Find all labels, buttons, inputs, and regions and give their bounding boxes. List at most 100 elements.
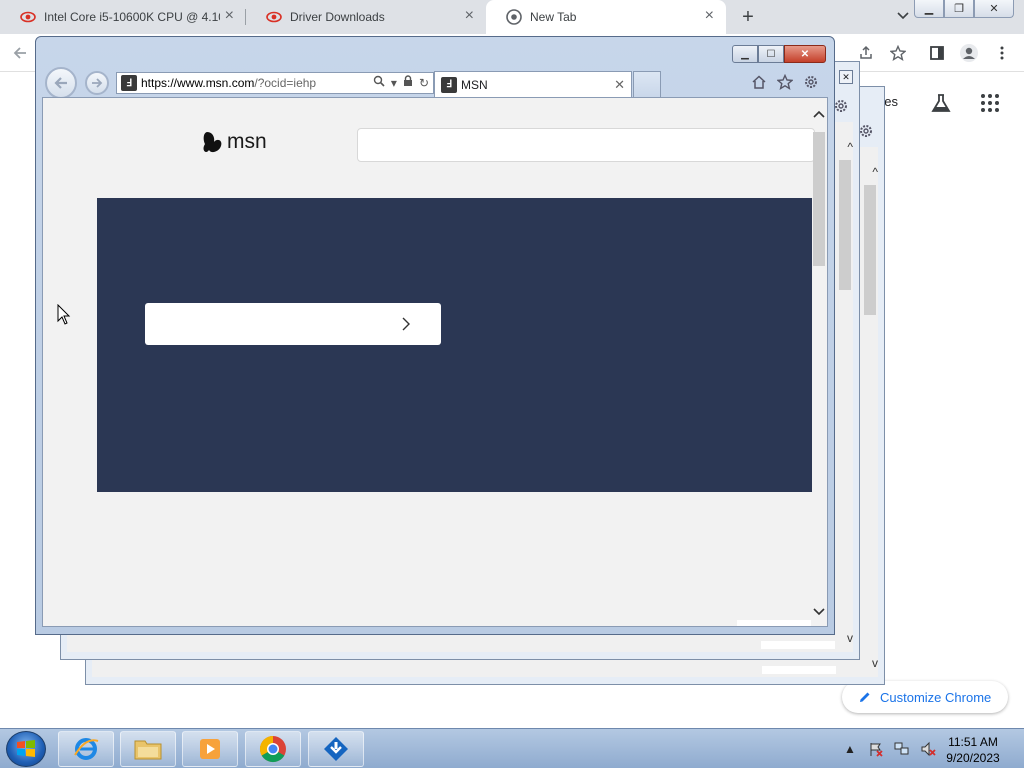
action-center-flag-icon[interactable] [868,741,884,757]
refresh-icon[interactable]: ↻ [419,76,429,90]
scroll-up-icon[interactable]: ^ [847,140,853,154]
tab-title: Intel Core i5-10600K CPU @ 4.10 [44,10,220,24]
customize-chrome-button[interactable]: Customize Chrome [842,681,1008,713]
forward-arrow-icon [92,78,103,88]
dropdown-icon[interactable]: ▾ [391,76,397,90]
taskbar-media-player[interactable] [182,731,238,767]
apps-grid-icon[interactable] [979,92,1001,114]
gear-icon[interactable] [858,123,874,139]
tab-new-tab[interactable]: New Tab × [486,0,726,34]
tab-intel-cpu[interactable]: Intel Core i5-10600K CPU @ 4.10 × [0,0,246,34]
eye-icon [266,9,282,25]
chevron-right-icon [402,317,410,331]
network-icon[interactable] [894,741,910,757]
footer-strip [737,620,811,626]
scroll-down-icon[interactable]: v [872,656,878,670]
footer-strip [762,666,836,674]
gear-icon[interactable] [802,73,820,91]
close-icon[interactable]: ✕ [784,45,826,63]
taskbar-file-explorer[interactable] [120,731,176,767]
tab-title: MSN [461,77,488,92]
chrome-icon [259,735,286,763]
window-controls: ▁ ❐ ✕ [914,0,1014,18]
scroll-down-icon[interactable]: v [847,631,853,645]
ie-tab-msn[interactable]: Ⅎ MSN ✕ [434,71,632,97]
search-icon[interactable] [373,75,385,90]
system-tray: ▲ [842,729,936,768]
footer-strip [761,641,835,649]
lock-icon[interactable] [403,75,413,90]
msn-butterfly-icon [203,132,222,153]
start-button[interactable] [6,731,46,767]
address-tools: ▾ ↻ [373,75,429,90]
ie-caption-buttons: ▁ ☐ ✕ [732,45,826,63]
close-icon[interactable]: ✕ [839,70,853,84]
chrome-icon [506,9,522,25]
kebab-menu-icon[interactable] [992,43,1012,63]
profile-avatar-icon[interactable] [959,43,979,63]
back-button[interactable] [45,67,77,99]
scrollbar-thumb[interactable] [813,132,825,266]
home-icon[interactable] [750,73,768,91]
close-icon[interactable]: × [705,8,714,24]
windows-logo-icon [17,740,35,757]
star-icon[interactable] [888,43,908,63]
forward-button[interactable] [85,71,109,95]
clock-time: 11:51 AM [948,735,998,749]
scroll-down-icon[interactable] [813,606,825,620]
taskbar-internet-explorer[interactable] [58,731,114,767]
hero-cta-button[interactable] [145,303,441,345]
network-diamond-icon [324,737,348,761]
ie-new-tab-button[interactable] [633,71,661,97]
back-arrow-icon[interactable] [10,43,30,63]
maximize-icon[interactable]: ☐ [758,45,784,63]
ie-window: ▁ ☐ ✕ Ⅎ https://www.msn.com/?ocid=iehp ▾… [35,36,835,635]
ie-command-icons [750,73,820,91]
scrollbar-thumb[interactable] [864,185,876,315]
vertical-scrollbar[interactable] [811,108,827,620]
eye-icon [20,9,36,25]
media-player-icon [200,739,220,759]
tab-title: Driver Downloads [290,10,385,24]
msn-logo[interactable]: msn [201,128,267,156]
mouse-cursor-icon [57,303,71,326]
chrome-tabstrip: Intel Core i5-10600K CPU @ 4.10 × Driver… [0,0,1024,34]
taskbar-chrome[interactable] [245,731,301,767]
address-bar[interactable]: Ⅎ https://www.msn.com/?ocid=iehp ▾ ↻ [116,72,434,94]
msn-favicon-icon: Ⅎ [441,76,457,93]
minimize-icon[interactable]: ▁ [914,0,944,18]
msn-page: msn [42,97,828,627]
customize-chrome-label: Customize Chrome [880,689,992,705]
tab-driver-downloads[interactable]: Driver Downloads × [246,0,486,34]
msn-logo-text: msn [227,130,267,153]
minimize-icon[interactable]: ▁ [732,45,758,63]
close-icon[interactable]: ✕ [614,77,625,93]
share-icon[interactable] [856,43,876,63]
gear-icon[interactable] [833,98,849,114]
folder-icon [134,740,162,760]
labs-flask-icon[interactable] [930,92,952,114]
show-hidden-icons-icon[interactable]: ▲ [842,741,858,757]
system-clock[interactable]: 11:51 AM 9/20/2023 [934,734,1012,766]
tab-title: New Tab [530,10,577,24]
taskbar-network-app[interactable] [308,731,364,767]
scroll-up-icon[interactable]: ^ [872,165,878,179]
restore-icon[interactable]: ❐ [944,0,974,18]
close-icon[interactable]: × [225,8,234,24]
msn-favicon-icon: Ⅎ [121,75,137,91]
scroll-up-icon[interactable] [813,108,825,122]
back-arrow-icon [54,77,67,89]
close-icon[interactable]: ✕ [974,0,1014,18]
new-tab-button[interactable]: + [736,6,760,28]
close-icon[interactable]: × [465,8,474,24]
chevron-down-icon[interactable] [896,8,910,25]
internet-explorer-icon [74,738,99,760]
side-panel-icon[interactable] [927,43,947,63]
pencil-icon [858,690,872,704]
clock-date: 9/20/2023 [946,751,1000,765]
favorites-star-icon[interactable] [776,73,794,91]
scrollbar-thumb[interactable] [839,160,851,290]
url-host: https://www.msn.com [141,76,255,90]
msn-hero-banner [97,198,812,492]
msn-search-input[interactable] [357,128,815,162]
